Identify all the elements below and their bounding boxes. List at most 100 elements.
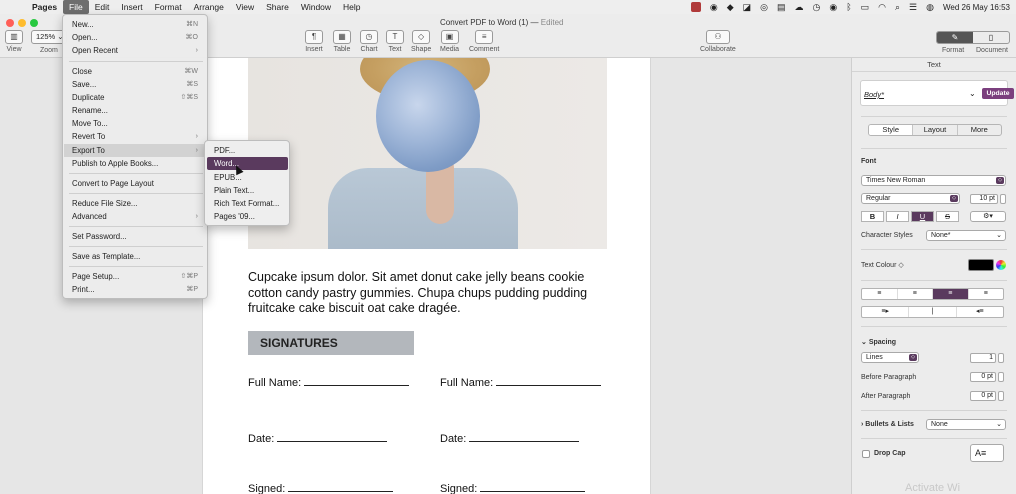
app-status-icon[interactable] (690, 2, 701, 12)
hydrangea-photo[interactable] (248, 58, 607, 249)
menu-help[interactable]: Help (337, 0, 366, 14)
menu-item-new[interactable]: New... ⌘N (64, 18, 206, 31)
search-icon[interactable]: ⌕ (895, 2, 900, 13)
text-button[interactable]: T Text (386, 30, 404, 53)
before-paragraph-field[interactable]: 0 pt (970, 372, 996, 382)
menu-window[interactable]: Window (295, 0, 337, 14)
signed-field-1[interactable]: Signed: (248, 482, 394, 494)
align-left-icon[interactable]: ≡ (862, 289, 898, 299)
tab-more[interactable]: More (958, 125, 1001, 135)
full-name-field-1[interactable]: Full Name: (248, 376, 410, 389)
shape-button[interactable]: ◇ Shape (411, 30, 431, 53)
menu-item-reduce-file-size[interactable]: Reduce File Size... (64, 197, 206, 210)
view-button[interactable]: ▥ View (5, 30, 23, 53)
menu-item-export-to[interactable]: Export To › (64, 144, 206, 157)
record-icon[interactable]: ◉ (829, 2, 837, 13)
menu-item-convert-page-layout[interactable]: Convert to Page Layout (64, 177, 206, 190)
text-colour-well[interactable] (968, 259, 994, 271)
align-center-icon[interactable]: ≡ (898, 289, 933, 299)
chart-button[interactable]: ◷ Chart (360, 30, 378, 53)
document-label[interactable]: Document (976, 47, 1008, 54)
spacing-type-select[interactable]: Lines ◇ (861, 352, 919, 363)
export-pages-09[interactable]: Pages '09... (207, 210, 288, 223)
signatures-heading[interactable]: SIGNATURES (248, 331, 414, 355)
export-plain-text[interactable]: Plain Text... (207, 184, 288, 197)
wifi-icon[interactable]: ◠ (878, 2, 886, 13)
menu-share[interactable]: Share (260, 0, 295, 14)
character-styles-select[interactable]: None* ⌄ (926, 230, 1006, 241)
strikethrough-button[interactable]: S (936, 211, 959, 222)
zoom-window-button[interactable] (30, 19, 38, 27)
export-pdf[interactable]: PDF... (207, 144, 288, 157)
font-family-select[interactable]: Times New Roman ◇ (861, 175, 1006, 186)
menu-format[interactable]: Format (149, 0, 188, 14)
menu-app-pages[interactable]: Pages (26, 0, 63, 14)
menu-edit[interactable]: Edit (89, 0, 116, 14)
cloud-icon[interactable]: ☁ (795, 2, 804, 13)
document-icon[interactable]: ▯ (973, 32, 1009, 43)
menu-item-move-to[interactable]: Move To... (64, 117, 206, 130)
siri-icon[interactable]: ◍ (926, 2, 934, 13)
full-name-field-2[interactable]: Full Name: (440, 376, 602, 389)
bullets-select[interactable]: None ⌄ (926, 419, 1006, 430)
battery-icon[interactable]: ▭ (861, 2, 870, 13)
underline-button[interactable]: U (911, 211, 934, 222)
media-button[interactable]: ▣ Media (440, 30, 459, 53)
decrease-indent-icon[interactable]: ≡▸ (862, 307, 910, 317)
before-paragraph-stepper[interactable] (998, 372, 1004, 382)
export-epub[interactable]: EPUB... (207, 171, 288, 184)
plugin-icon[interactable]: ▤ (777, 2, 786, 13)
collaborate-button[interactable]: ⚇ Collaborate (700, 30, 736, 53)
menu-view[interactable]: View (230, 0, 260, 14)
line-spacing-stepper[interactable] (998, 353, 1004, 363)
control-center-icon[interactable]: ☰ (909, 2, 917, 13)
date-field-1[interactable]: Date: (248, 432, 388, 445)
chevron-down-icon[interactable]: ⌄ (969, 89, 976, 98)
document-page[interactable]: Cupcake ipsum dolor. Sit amet donut cake… (202, 58, 651, 494)
body-paragraph[interactable]: Cupcake ipsum dolor. Sit amet donut cake… (248, 270, 598, 317)
inspector-tab-text[interactable]: Text (852, 58, 1016, 72)
menu-insert[interactable]: Insert (115, 0, 148, 14)
menu-item-page-setup[interactable]: Page Setup... ⇧⌘P (64, 270, 206, 283)
paragraph-style-selector[interactable]: Body* ⌄ Update (860, 80, 1014, 106)
menu-item-close[interactable]: Close ⌘W (64, 65, 206, 78)
menu-item-open-recent[interactable]: Open Recent › (64, 44, 206, 57)
insert-button[interactable]: ¶ Insert (305, 30, 323, 53)
drop-cap-checkbox[interactable] (862, 450, 870, 458)
menu-item-set-password[interactable]: Set Password... (64, 230, 206, 243)
menu-item-open[interactable]: Open... ⌘O (64, 31, 206, 44)
increase-indent-icon[interactable]: ◂≡ (957, 307, 1003, 317)
colour-wheel-icon[interactable] (996, 260, 1006, 270)
font-size-stepper[interactable] (1000, 194, 1006, 204)
line-spacing-field[interactable]: 1 (970, 353, 996, 363)
italic-button[interactable]: I (886, 211, 909, 222)
bluetooth-icon[interactable]: ᛒ (846, 2, 851, 12)
wifi-alt-icon[interactable]: ◉ (710, 2, 718, 13)
format-label[interactable]: Format (942, 47, 964, 54)
export-word[interactable]: Word... (207, 157, 288, 170)
clock[interactable]: Wed 26 May 16:53 (943, 3, 1010, 12)
tab-layout[interactable]: Layout (913, 125, 958, 135)
font-size-field[interactable]: 10 pt (970, 194, 998, 204)
menu-item-revert-to[interactable]: Revert To › (64, 130, 206, 143)
dropbox-icon[interactable]: ◆ (727, 2, 734, 13)
drop-cap-style-select[interactable]: A≡ (970, 444, 1004, 462)
menu-item-duplicate[interactable]: Duplicate ⇧⌘S (64, 91, 206, 104)
align-justify-icon[interactable]: ≡ (969, 289, 1004, 299)
after-paragraph-field[interactable]: 0 pt (970, 391, 996, 401)
menu-item-advanced[interactable]: Advanced › (64, 210, 206, 223)
font-style-select[interactable]: Regular ◇ (861, 193, 960, 204)
chrome-icon[interactable]: ◎ (760, 2, 768, 13)
menu-item-rename[interactable]: Rename... (64, 104, 206, 117)
bullets-section[interactable]: › Bullets & Lists (861, 421, 914, 428)
close-window-button[interactable] (6, 19, 14, 27)
advanced-options-gear-icon[interactable]: ⚙▾ (970, 211, 1006, 222)
menu-item-publish-apple-books[interactable]: Publish to Apple Books... (64, 157, 206, 170)
export-rich-text[interactable]: Rich Text Format... (207, 197, 288, 210)
format-brush-icon[interactable]: ✎ (937, 32, 973, 43)
text-colour-label[interactable]: Text Colour ◇ (861, 261, 904, 269)
menu-item-save[interactable]: Save... ⌘S (64, 78, 206, 91)
menu-item-save-as-template[interactable]: Save as Template... (64, 250, 206, 263)
menu-arrange[interactable]: Arrange (188, 0, 230, 14)
screenshot-icon[interactable]: ◪ (743, 2, 752, 13)
